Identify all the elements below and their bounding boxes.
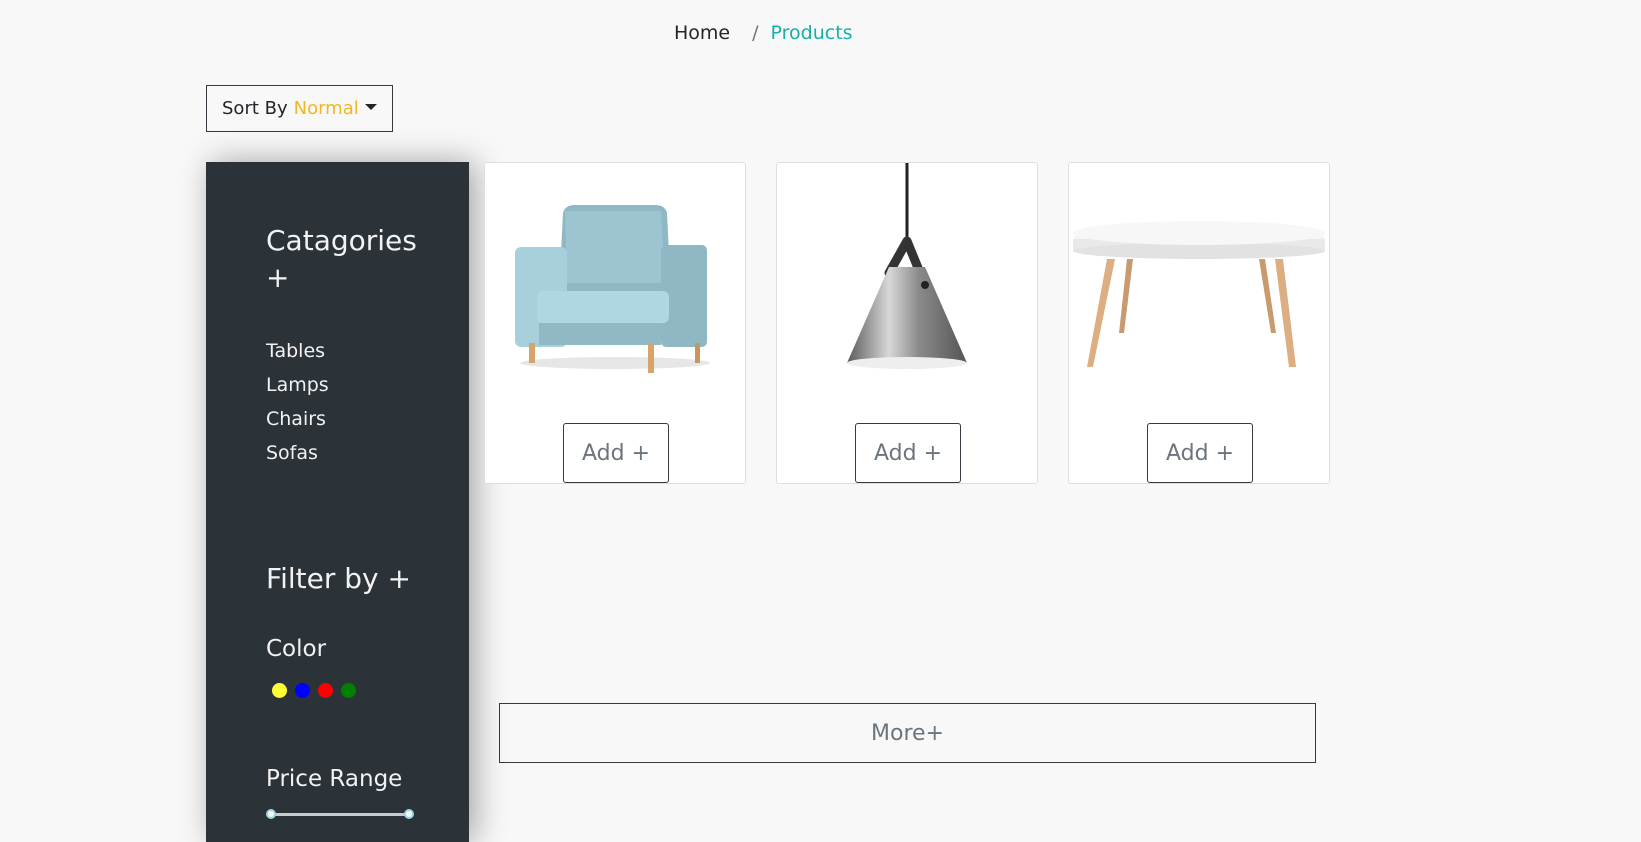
price-range-max-handle[interactable] bbox=[404, 809, 414, 819]
armchair-icon[interactable] bbox=[485, 163, 745, 413]
price-range-title: Price Range bbox=[266, 766, 403, 792]
add-to-cart-button[interactable]: Add + bbox=[855, 423, 961, 483]
category-list: Tables Lamps Chairs Sofas bbox=[266, 334, 329, 470]
product-card: Add + bbox=[776, 162, 1038, 484]
color-swatch-blue[interactable] bbox=[295, 683, 310, 698]
category-item-lamps[interactable]: Lamps bbox=[266, 368, 329, 402]
price-range-min-handle[interactable] bbox=[266, 809, 276, 819]
breadcrumb: Home / Products bbox=[674, 22, 853, 44]
breadcrumb-home-link[interactable]: Home bbox=[674, 22, 730, 44]
categories-toggle[interactable]: Catagories + bbox=[266, 222, 436, 296]
filter-sidebar: Catagories + Tables Lamps Chairs Sofas F… bbox=[206, 162, 469, 842]
price-range-slider[interactable] bbox=[266, 809, 414, 819]
filter-toggle[interactable]: Filter by + bbox=[266, 562, 411, 595]
add-to-cart-button[interactable]: Add + bbox=[1147, 423, 1253, 483]
product-card: Add + bbox=[1068, 162, 1330, 484]
sort-value: Normal bbox=[293, 98, 359, 119]
product-card: Add + bbox=[484, 162, 746, 484]
load-more-button[interactable]: More+ bbox=[499, 703, 1316, 763]
color-swatch-red[interactable] bbox=[318, 683, 333, 698]
add-to-cart-button[interactable]: Add + bbox=[563, 423, 669, 483]
round-table-icon[interactable] bbox=[1069, 163, 1329, 413]
color-swatches bbox=[272, 683, 364, 698]
pendant-lamp-icon[interactable] bbox=[777, 163, 1037, 413]
color-swatch-yellow[interactable] bbox=[272, 683, 287, 698]
price-range-track bbox=[270, 813, 410, 816]
category-item-sofas[interactable]: Sofas bbox=[266, 436, 329, 470]
color-swatch-green[interactable] bbox=[341, 683, 356, 698]
breadcrumb-current: Products bbox=[770, 22, 853, 44]
category-item-tables[interactable]: Tables bbox=[266, 334, 329, 368]
chevron-down-icon bbox=[364, 103, 377, 110]
sort-dropdown-button[interactable]: Sort By Normal bbox=[206, 85, 393, 132]
color-filter-title: Color bbox=[266, 636, 327, 662]
breadcrumb-separator: / bbox=[752, 22, 759, 44]
sort-label: Sort By bbox=[222, 98, 288, 119]
category-item-chairs[interactable]: Chairs bbox=[266, 402, 329, 436]
